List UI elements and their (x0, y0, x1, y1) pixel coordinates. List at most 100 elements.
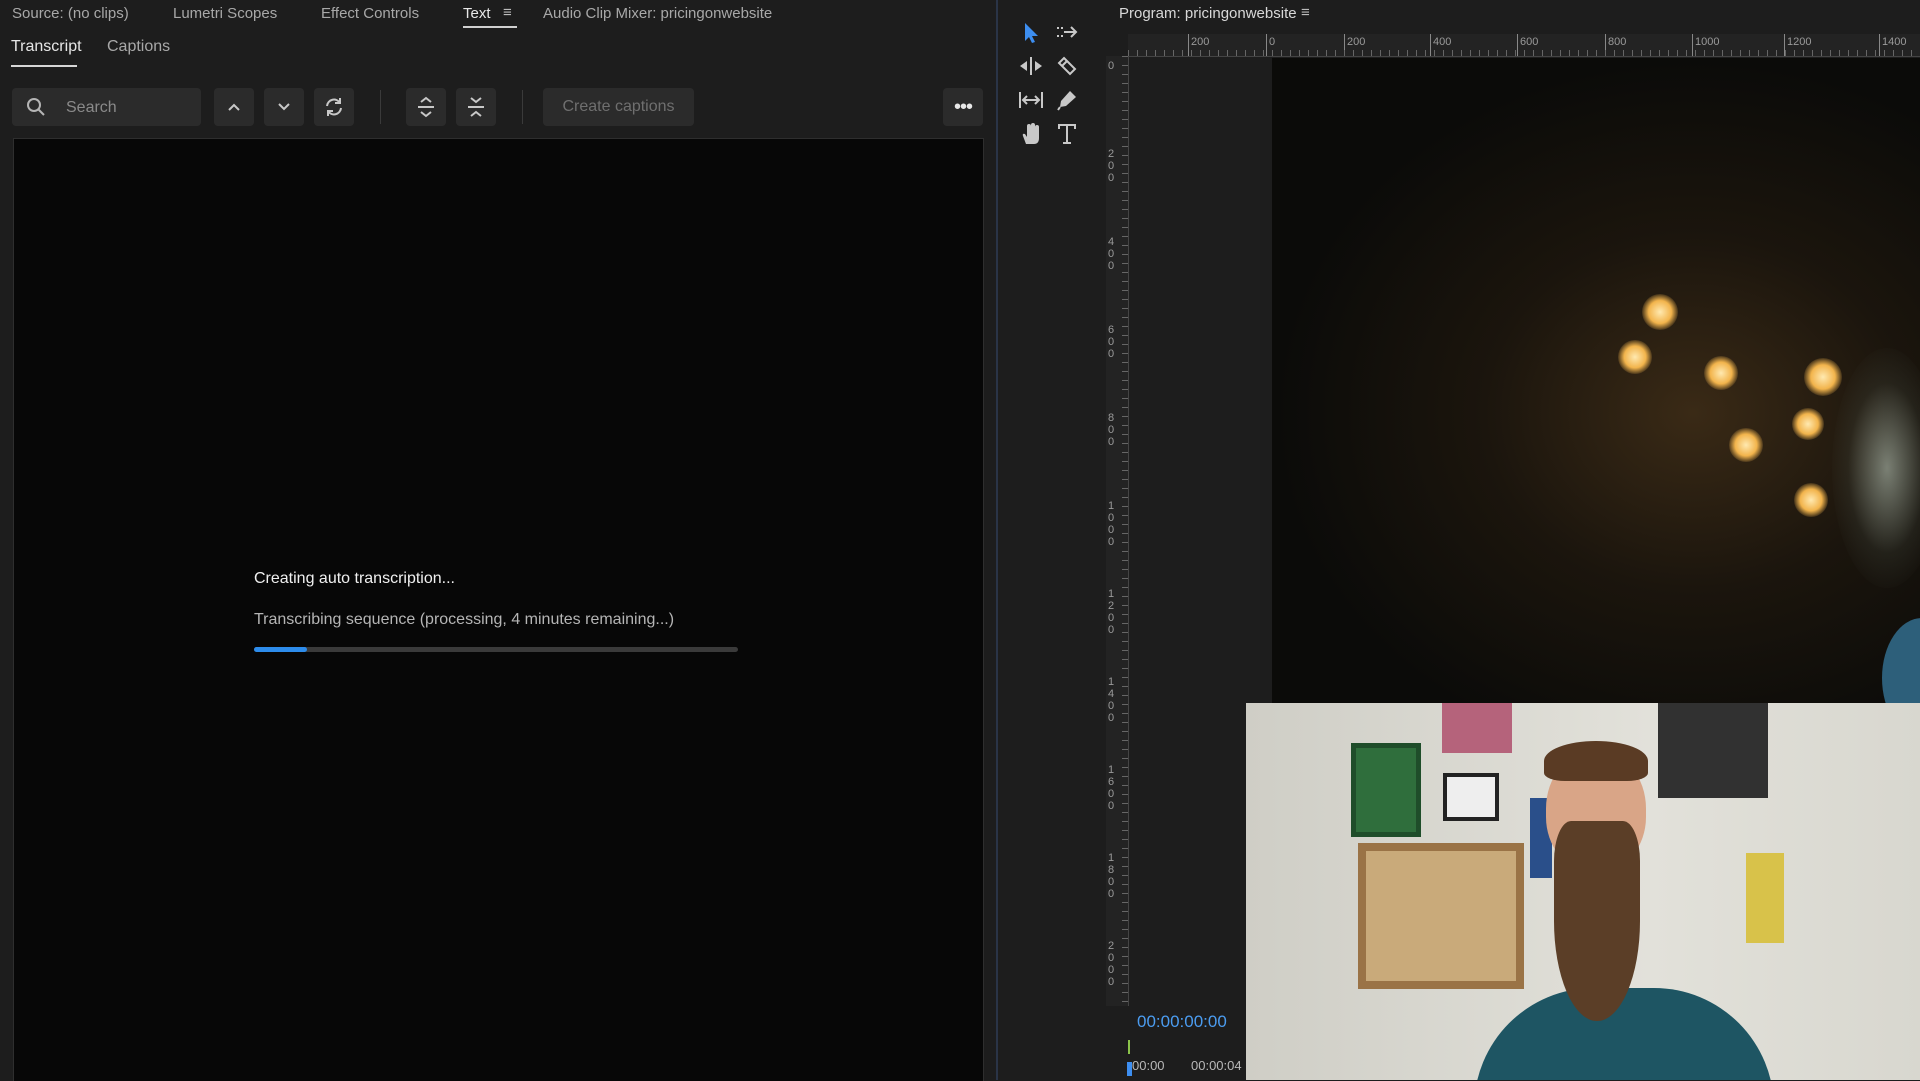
slip-tool[interactable] (1015, 85, 1047, 115)
ruler-label: 2000 (1108, 940, 1115, 988)
search-input[interactable] (64, 96, 198, 120)
ruler-minor-tick (1122, 830, 1128, 831)
ruler-minor-tick (1533, 50, 1534, 56)
bokeh-light (1794, 483, 1828, 517)
tab-transcript[interactable]: Transcript (11, 38, 82, 56)
ruler-minor-tick (1122, 857, 1128, 858)
search-icon (27, 98, 45, 116)
refresh-button[interactable] (314, 88, 354, 126)
ruler-minor-tick (1290, 50, 1291, 56)
ruler-minor-tick (1218, 50, 1219, 56)
ruler-minor-tick (1122, 614, 1128, 615)
ruler-minor-tick (1122, 560, 1128, 561)
ruler-minor-tick (1122, 794, 1128, 795)
blurred-plant (1832, 348, 1920, 588)
ruler-minor-tick (1713, 50, 1714, 56)
ruler-minor-tick (1122, 380, 1128, 381)
pen-tool[interactable] (1051, 85, 1083, 115)
ruler-minor-tick (1122, 704, 1128, 705)
ruler-minor-tick (1749, 50, 1750, 56)
ruler-minor-tick (1122, 623, 1128, 624)
track-select-tool[interactable] (1051, 18, 1083, 48)
ruler-minor-tick (1122, 290, 1128, 291)
ruler-minor-tick (1122, 758, 1128, 759)
ruler-minor-tick (1317, 50, 1318, 56)
ruler-minor-tick (1122, 731, 1128, 732)
transcript-area: Creating auto transcription... Transcrib… (13, 138, 984, 1081)
ruler-minor-tick (1677, 50, 1678, 56)
slip-icon (1019, 92, 1043, 108)
panel-menu-icon[interactable]: ≡ (503, 4, 512, 21)
ruler-minor-tick (1191, 50, 1192, 56)
playhead-timecode[interactable]: 00:00:00:00 (1137, 1012, 1227, 1032)
program-monitor-title[interactable]: Program: pricingonwebsite (1119, 5, 1297, 22)
ruler-minor-tick (1335, 50, 1336, 56)
previous-result-button[interactable] (214, 88, 254, 126)
collapse-all-button[interactable] (456, 88, 496, 126)
hand-tool[interactable] (1015, 119, 1047, 149)
ruler-minor-tick (1245, 50, 1246, 56)
ruler-minor-tick (1122, 884, 1128, 885)
ruler-minor-tick (1722, 50, 1723, 56)
chevron-up-icon (228, 103, 240, 111)
ruler-label: 200 (1347, 36, 1366, 48)
poster (1442, 703, 1512, 753)
ruler-minor-tick (1122, 578, 1128, 579)
tab-effect-controls[interactable]: Effect Controls (321, 5, 419, 22)
ripple-edit-icon (1020, 57, 1042, 75)
ruler-minor-tick (1704, 50, 1705, 56)
expand-all-button[interactable] (406, 88, 446, 126)
program-menu-icon[interactable]: ≡ (1301, 4, 1310, 21)
tab-audio-clip-mixer[interactable]: Audio Clip Mixer: pricingonwebsite (543, 5, 772, 22)
ruler-minor-tick (1122, 659, 1128, 660)
ruler-minor-tick (1515, 50, 1516, 56)
ruler-minor-tick (1122, 839, 1128, 840)
ruler-minor-tick (1668, 50, 1669, 56)
ruler-minor-tick (1122, 479, 1128, 480)
tab-text[interactable]: Text (463, 5, 491, 22)
blurred-shoulder (1882, 618, 1920, 703)
ruler-tick (1188, 34, 1189, 56)
ruler-minor-tick (1122, 515, 1128, 516)
tab-source[interactable]: Source: (no clips) (12, 5, 129, 22)
ruler-minor-tick (1122, 947, 1128, 948)
ruler-minor-tick (1122, 668, 1128, 669)
text-sub-tabs: Transcript Captions (0, 30, 996, 68)
ruler-minor-tick (1740, 50, 1741, 56)
ruler-label: 1000 (1108, 500, 1115, 548)
next-result-button[interactable] (264, 88, 304, 126)
horizontal-ruler[interactable]: 200 0 200 400 600 800 1000 1200 1400 (1128, 34, 1920, 57)
ruler-minor-tick (1122, 209, 1128, 210)
picture-frame (1443, 773, 1499, 821)
vertical-ruler[interactable]: 0 200 400 600 800 1000 1200 1400 1600 1800 2000 (1106, 56, 1129, 1006)
ruler-minor-tick (1122, 155, 1128, 156)
toolbar-divider (380, 90, 381, 124)
razor-tool[interactable] (1051, 51, 1083, 81)
search-box[interactable] (12, 88, 201, 126)
ruler-minor-tick (1308, 50, 1309, 56)
ruler-minor-tick (1326, 50, 1327, 56)
picture-frame (1351, 743, 1421, 837)
ruler-minor-tick (1209, 50, 1210, 56)
ruler-minor-tick (1122, 497, 1128, 498)
ruler-minor-tick (1122, 182, 1128, 183)
tab-lumetri-scopes[interactable]: Lumetri Scopes (173, 5, 277, 22)
create-captions-button[interactable]: Create captions (543, 88, 694, 126)
ruler-minor-tick (1122, 641, 1128, 642)
ruler-label: 1800 (1108, 852, 1115, 900)
ruler-minor-tick (1407, 50, 1408, 56)
ruler-minor-tick (1122, 218, 1128, 219)
ruler-minor-tick (1848, 50, 1849, 56)
ruler-minor-tick (1623, 50, 1624, 56)
ruler-minor-tick (1122, 74, 1128, 75)
ruler-minor-tick (1587, 50, 1588, 56)
ruler-minor-tick (1122, 326, 1128, 327)
ruler-minor-tick (1122, 893, 1128, 894)
ripple-edit-tool[interactable] (1015, 51, 1047, 81)
type-tool[interactable] (1051, 119, 1083, 149)
ruler-minor-tick (1371, 50, 1372, 56)
ruler-minor-tick (1122, 677, 1128, 678)
selection-tool[interactable] (1015, 18, 1047, 48)
more-options-button[interactable]: ••• (943, 88, 983, 126)
tab-captions[interactable]: Captions (107, 38, 170, 56)
